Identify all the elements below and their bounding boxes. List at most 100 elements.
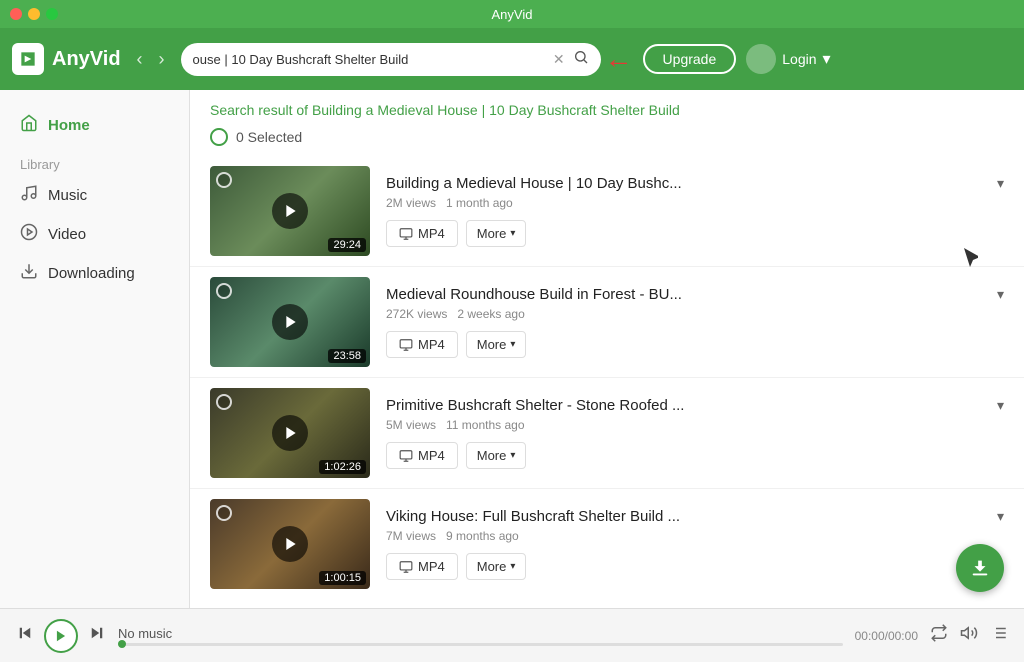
window-controls	[10, 8, 58, 20]
video-thumbnail[interactable]: 29:24	[210, 166, 370, 256]
volume-button[interactable]	[960, 624, 978, 647]
player-time: 00:00/00:00	[855, 629, 918, 643]
main-layout: Home Library Music Video	[0, 90, 1024, 608]
video-info: Building a Medieval House | 10 Day Bushc…	[386, 175, 1004, 247]
home-label: Home	[48, 117, 90, 134]
video-title: Medieval Roundhouse Build in Forest - BU…	[386, 286, 989, 303]
upgrade-button[interactable]: Upgrade	[643, 44, 737, 74]
toolbar: AnyVid ‹ › ✕ ← Upgrade Login ▾	[0, 28, 1024, 90]
video-title-row: Building a Medieval House | 10 Day Bushc…	[386, 175, 1004, 192]
video-duration: 1:02:26	[319, 460, 366, 474]
video-info: Viking House: Full Bushcraft Shelter Bui…	[386, 508, 1004, 580]
repeat-button[interactable]	[930, 624, 948, 647]
app-name: AnyVid	[52, 48, 121, 71]
thumbnail-play-button[interactable]	[272, 415, 308, 451]
dropdown-arrow-icon: ▾	[823, 49, 831, 69]
expand-icon[interactable]: ▾	[997, 397, 1004, 414]
home-icon	[20, 114, 38, 137]
video-actions: MP4 More ▾	[386, 442, 1004, 469]
mp4-download-button[interactable]: MP4	[386, 220, 458, 247]
downloading-icon	[20, 262, 38, 285]
sidebar-item-home[interactable]: Home	[0, 106, 189, 145]
search-input[interactable]	[193, 52, 545, 67]
video-title-row: Viking House: Full Bushcraft Shelter Bui…	[386, 508, 1004, 525]
player-info: No music	[118, 626, 843, 646]
select-all-checkbox[interactable]	[210, 128, 228, 146]
video-info: Medieval Roundhouse Build in Forest - BU…	[386, 286, 1004, 358]
library-section-label: Library	[0, 145, 189, 176]
window-title: AnyVid	[492, 7, 533, 22]
expand-icon[interactable]: ▾	[997, 175, 1004, 192]
expand-icon[interactable]: ▾	[997, 508, 1004, 525]
expand-icon[interactable]: ▾	[997, 286, 1004, 303]
video-actions: MP4 More ▾	[386, 331, 1004, 358]
video-duration: 1:00:15	[319, 571, 366, 585]
nav-forward[interactable]: ›	[153, 47, 171, 72]
video-meta: 7M views 9 months ago	[386, 529, 1004, 543]
maximize-button[interactable]	[46, 8, 58, 20]
mp4-download-button[interactable]: MP4	[386, 331, 458, 358]
app-logo	[12, 43, 44, 75]
nav-back[interactable]: ‹	[131, 47, 149, 72]
sidebar-item-video[interactable]: Video	[0, 215, 189, 254]
video-actions: MP4 More ▾	[386, 553, 1004, 580]
video-item: 1:00:15 Viking House: Full Bushcraft She…	[190, 489, 1024, 599]
more-button[interactable]: More ▾	[466, 442, 527, 469]
nav-arrows: ‹ ›	[131, 47, 171, 72]
thumbnail-play-button[interactable]	[272, 193, 308, 229]
video-thumbnail[interactable]: 1:02:26	[210, 388, 370, 478]
player-progress-dot	[118, 640, 126, 648]
floating-download-button[interactable]	[956, 544, 1004, 592]
player-bar: No music 00:00/00:00	[0, 608, 1024, 662]
more-button[interactable]: More ▾	[466, 331, 527, 358]
video-info: Primitive Bushcraft Shelter - Stone Roof…	[386, 397, 1004, 469]
video-thumbnail[interactable]: 23:58	[210, 277, 370, 367]
video-thumbnail[interactable]: 1:00:15	[210, 499, 370, 589]
clear-search-button[interactable]: ✕	[553, 51, 565, 68]
search-bar: ✕	[181, 43, 601, 76]
mp4-download-button[interactable]: MP4	[386, 553, 458, 580]
logo-area: AnyVid	[12, 43, 121, 75]
music-label: Music	[48, 187, 87, 204]
video-meta: 2M views 1 month ago	[386, 196, 1004, 210]
video-title: Primitive Bushcraft Shelter - Stone Roof…	[386, 397, 989, 414]
login-area[interactable]: Login ▾	[746, 44, 830, 74]
search-icon[interactable]	[573, 49, 589, 70]
video-duration: 23:58	[328, 349, 366, 363]
more-button[interactable]: More ▾	[466, 553, 527, 580]
more-button[interactable]: More ▾	[466, 220, 527, 247]
video-list: 29:24 Building a Medieval House | 10 Day…	[190, 156, 1024, 599]
content-area: Search result of Building a Medieval Hou…	[190, 90, 1024, 608]
red-arrow-indicator: ←	[605, 43, 633, 75]
video-title-row: Medieval Roundhouse Build in Forest - BU…	[386, 286, 1004, 303]
thumbnail-play-button[interactable]	[272, 526, 308, 562]
search-result-prefix: Search result of	[210, 102, 312, 118]
queue-button[interactable]	[990, 624, 1008, 647]
video-title: Building a Medieval House | 10 Day Bushc…	[386, 175, 989, 192]
search-result-query: Building a Medieval House | 10 Day Bushc…	[312, 102, 680, 118]
player-track: No music	[118, 626, 843, 641]
close-button[interactable]	[10, 8, 22, 20]
select-all-row: 0 Selected	[190, 124, 1024, 156]
video-duration: 29:24	[328, 238, 366, 252]
search-result-header: Search result of Building a Medieval Hou…	[190, 90, 1024, 124]
sidebar-item-downloading[interactable]: Downloading	[0, 254, 189, 293]
next-button[interactable]	[88, 624, 106, 647]
video-title-row: Primitive Bushcraft Shelter - Stone Roof…	[386, 397, 1004, 414]
mp4-download-button[interactable]: MP4	[386, 442, 458, 469]
video-item: 1:02:26 Primitive Bushcraft Shelter - St…	[190, 378, 1024, 489]
minimize-button[interactable]	[28, 8, 40, 20]
play-pause-button[interactable]	[44, 619, 78, 653]
sidebar-item-music[interactable]: Music	[0, 176, 189, 215]
video-label: Video	[48, 226, 86, 243]
title-bar: AnyVid	[0, 0, 1024, 28]
thumbnail-play-button[interactable]	[272, 304, 308, 340]
downloading-label: Downloading	[48, 265, 135, 282]
video-actions: MP4 More ▾	[386, 220, 1004, 247]
music-icon	[20, 184, 38, 207]
player-progress-bar[interactable]	[118, 643, 843, 646]
prev-button[interactable]	[16, 624, 34, 647]
player-extra-controls	[930, 624, 1008, 647]
sidebar: Home Library Music Video	[0, 90, 190, 608]
video-meta: 5M views 11 months ago	[386, 418, 1004, 432]
